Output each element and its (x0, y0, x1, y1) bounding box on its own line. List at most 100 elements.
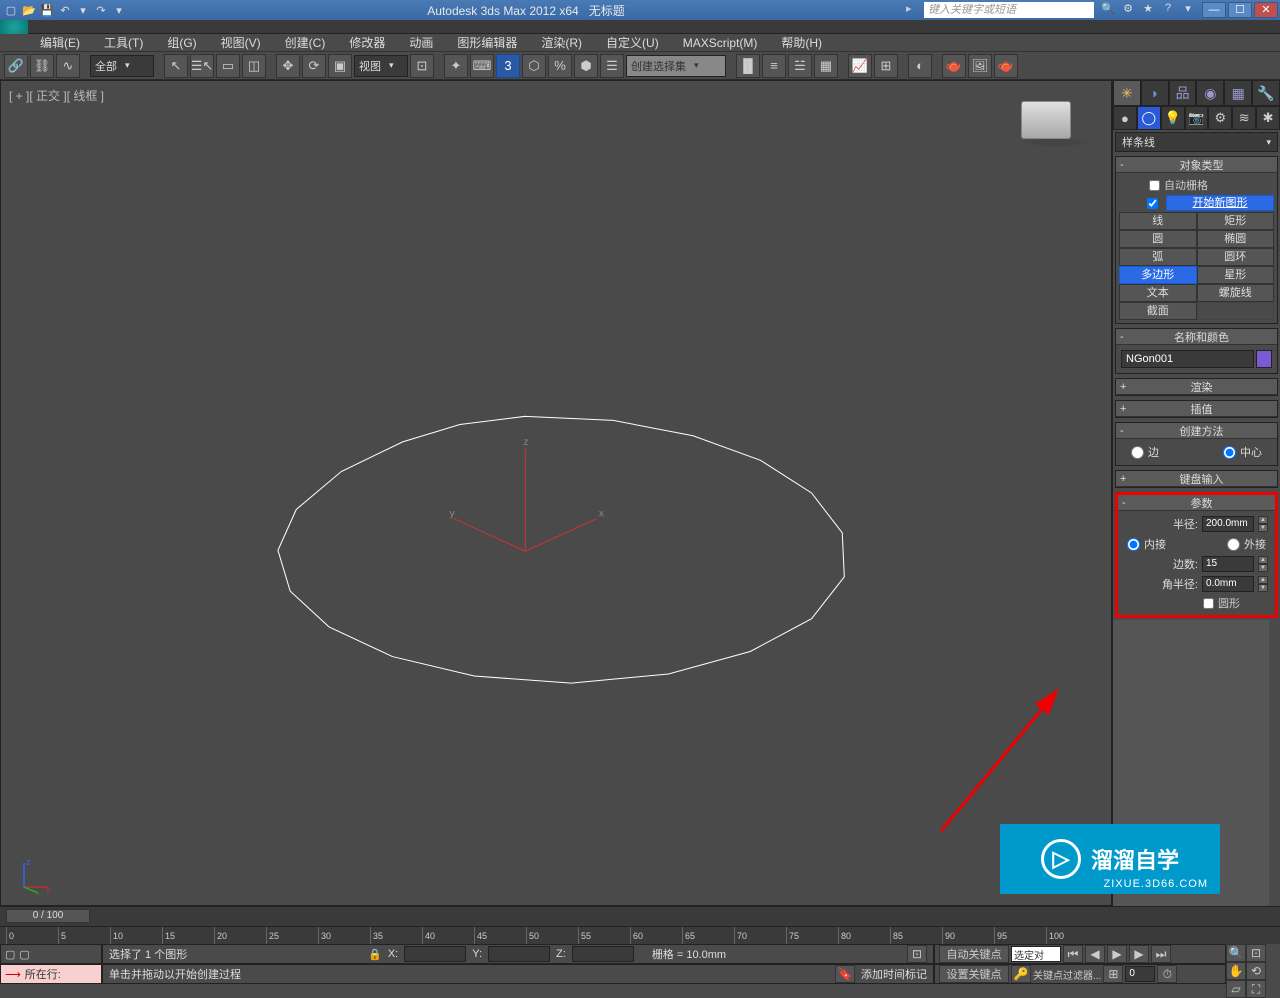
time-tag-icon[interactable]: 🔖 (835, 965, 855, 983)
menu-maxscript[interactable]: MAXScript(M) (673, 34, 768, 52)
coord-x-input[interactable] (404, 946, 466, 962)
next-frame-icon[interactable]: ▶ (1129, 945, 1149, 963)
qat-redo-icon[interactable]: ↷ (92, 2, 110, 18)
menu-views[interactable]: 视图(V) (211, 32, 271, 53)
lock-icon[interactable]: 🔒 (368, 948, 382, 961)
time-config-icon[interactable]: ⏱ (1157, 965, 1177, 983)
menu-help[interactable]: 帮助(H) (771, 32, 832, 53)
script-rec-icon[interactable]: ▢ (19, 948, 29, 961)
shape-category-dropdown[interactable]: 样条线 (1115, 132, 1278, 152)
set-key-button[interactable]: 设置关键点 (939, 965, 1009, 983)
mirror-icon[interactable]: ▐▌ (736, 54, 760, 78)
shape-star-button[interactable]: 星形 (1197, 266, 1275, 284)
tab-utilities-icon[interactable]: 🔧 (1252, 80, 1280, 106)
menu-graph[interactable]: 图形编辑器 (447, 32, 527, 53)
named-selection-dropdown[interactable]: 创建选择集 (626, 55, 726, 77)
rotate-icon[interactable]: ⟳ (302, 54, 326, 78)
select-name-icon[interactable]: ☰↖ (190, 54, 214, 78)
comm-icon[interactable]: ⚙ (1120, 2, 1136, 18)
graphite-icon[interactable]: ▦ (814, 54, 838, 78)
shape-helix-button[interactable]: 螺旋线 (1197, 284, 1275, 302)
prev-frame-icon[interactable]: ◀ (1085, 945, 1105, 963)
inscribed-radio[interactable]: 内接 (1127, 536, 1166, 552)
qat-redo-drop-icon[interactable]: ▾ (110, 2, 128, 18)
radius-input[interactable]: 200.0mm (1202, 516, 1254, 532)
selected-input[interactable]: 选定对 (1011, 946, 1061, 962)
sides-input[interactable]: 15 (1202, 556, 1254, 572)
shape-section-button[interactable]: 截面 (1119, 302, 1197, 320)
move-icon[interactable]: ✥ (276, 54, 300, 78)
shape-text-button[interactable]: 文本 (1119, 284, 1197, 302)
shape-circle-button[interactable]: 圆 (1119, 230, 1197, 248)
isolate-icon[interactable]: ⊡ (907, 945, 927, 963)
menu-render[interactable]: 渲染(R) (531, 32, 592, 53)
app-logo-icon[interactable] (0, 20, 28, 34)
rect-region-icon[interactable]: ▭ (216, 54, 240, 78)
material-editor-icon[interactable]: ◐ (908, 54, 932, 78)
subtab-spacewarps-icon[interactable]: ≋ (1232, 106, 1256, 130)
help-drop-icon[interactable]: ▾ (1180, 2, 1196, 18)
rendered-frame-icon[interactable]: 🖼 (968, 54, 992, 78)
menu-edit[interactable]: 编辑(E) (30, 32, 90, 53)
qat-save-icon[interactable]: 💾 (38, 2, 56, 18)
ref-coord-dropdown[interactable]: 视图 (354, 55, 408, 77)
menu-create[interactable]: 创建(C) (275, 32, 336, 53)
timeline-slider-track[interactable]: 0 / 100 (0, 906, 1280, 926)
start-new-shape-checkbox[interactable] (1147, 198, 1158, 209)
menu-custom[interactable]: 自定义(U) (596, 32, 669, 53)
rollout-name-color[interactable]: -名称和颜色 (1116, 329, 1277, 345)
pivot-center-icon[interactable]: ⊡ (410, 54, 434, 78)
start-new-shape-button[interactable]: 开始新图形 (1166, 195, 1274, 211)
rollout-interp[interactable]: +插值 (1116, 401, 1277, 417)
coord-y-input[interactable] (488, 946, 550, 962)
rollout-creation[interactable]: -创建方法 (1116, 423, 1277, 439)
edit-named-sel-icon[interactable]: ☰ (600, 54, 624, 78)
menu-animation[interactable]: 动画 (399, 32, 443, 53)
angle-snap-icon[interactable]: ⬡ (522, 54, 546, 78)
tab-modify-icon[interactable]: ◗ (1141, 80, 1169, 106)
render-icon[interactable]: 🫖 (994, 54, 1018, 78)
render-setup-icon[interactable]: 🫖 (942, 54, 966, 78)
tab-display-icon[interactable]: ▦ (1224, 80, 1252, 106)
close-button[interactable]: ✕ (1254, 2, 1278, 18)
corner-radius-input[interactable]: 0.0mm (1202, 576, 1254, 592)
align-icon[interactable]: ≡ (762, 54, 786, 78)
fov-icon[interactable]: ▱ (1226, 980, 1246, 998)
selection-filter-dropdown[interactable]: 全部 (90, 55, 154, 77)
radius-spinner[interactable]: ▲▼ (1258, 516, 1268, 532)
shape-ngon-button[interactable]: 多边形 (1119, 266, 1197, 284)
key-mode-icon[interactable]: 🔑 (1011, 965, 1031, 983)
creation-center-radio[interactable]: 中心 (1223, 444, 1262, 460)
qat-new-icon[interactable]: ▢ (2, 2, 20, 18)
minimize-button[interactable]: — (1202, 2, 1226, 18)
help-icon[interactable]: ? (1160, 2, 1176, 18)
qat-undo-icon[interactable]: ↶ (56, 2, 74, 18)
shape-arc-button[interactable]: 弧 (1119, 248, 1197, 266)
subtab-systems-icon[interactable]: ✱ (1256, 106, 1280, 130)
tab-hierarchy-icon[interactable]: 品 (1169, 80, 1197, 106)
creation-edge-radio[interactable]: 边 (1131, 444, 1159, 460)
rollout-keyboard[interactable]: +键盘输入 (1116, 471, 1277, 487)
viewport[interactable]: [ + ][ 正交 ][ 线框 ] z y x z x y (0, 80, 1112, 906)
curve-editor-icon[interactable]: 📈 (848, 54, 872, 78)
time-ruler[interactable]: 0510 152025 303540 455055 606570 758085 … (0, 926, 1280, 944)
menu-group[interactable]: 组(G) (157, 32, 206, 53)
subtab-cameras-icon[interactable]: 📷 (1185, 106, 1209, 130)
subtab-shapes-icon[interactable]: ◯ (1137, 106, 1161, 130)
unlink-icon[interactable]: ⛓ (30, 54, 54, 78)
script-mini-icon[interactable]: ▢ (5, 948, 15, 961)
key-filters-button[interactable]: 关键点过滤器... (1033, 967, 1101, 982)
window-crossing-icon[interactable]: ◫ (242, 54, 266, 78)
shape-rect-button[interactable]: 矩形 (1197, 212, 1275, 230)
shape-ellipse-button[interactable]: 椭圆 (1197, 230, 1275, 248)
snap-2d-icon[interactable]: 3 (496, 54, 520, 78)
goto-start-icon[interactable]: ⏮ (1063, 945, 1083, 963)
rollout-object-type[interactable]: -对象类型 (1116, 157, 1277, 173)
object-color-swatch[interactable] (1256, 350, 1272, 368)
circular-checkbox[interactable] (1203, 598, 1214, 609)
manipulate-icon[interactable]: ✦ (444, 54, 468, 78)
autogrid-checkbox[interactable] (1149, 180, 1160, 191)
frame-input[interactable]: 0 (1125, 966, 1155, 982)
scale-icon[interactable]: ▣ (328, 54, 352, 78)
search-input[interactable]: 键入关键字或短语 (924, 2, 1094, 18)
